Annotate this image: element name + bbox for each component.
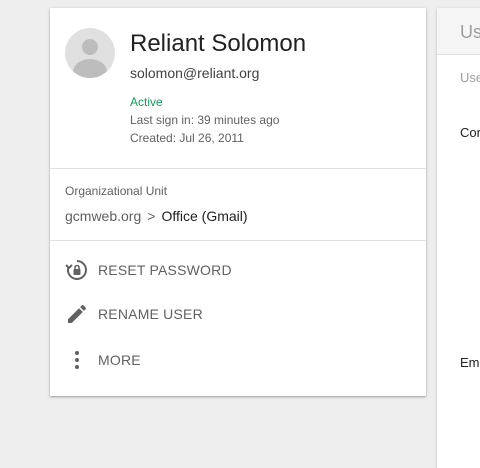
more-vert-icon — [65, 348, 89, 372]
user-email: solomon@reliant.org — [130, 65, 260, 81]
org-unit-path: gcmweb.org > Office (Gmail) — [65, 208, 248, 224]
user-summary-card: Reliant Solomon solomon@reliant.org Acti… — [50, 8, 426, 396]
avatar-body-icon — [73, 59, 107, 78]
org-unit-current: Office (Gmail) — [161, 208, 248, 224]
rename-user-button[interactable]: RENAME USER — [65, 296, 405, 332]
status-badge: Active — [130, 95, 163, 109]
last-sign-in: Last sign in: 39 minutes ago — [130, 113, 280, 127]
org-unit-label: Organizational Unit — [65, 184, 168, 198]
reset-password-button[interactable]: RESET PASSWORD — [65, 252, 405, 288]
more-label: MORE — [98, 352, 141, 368]
panel-title: Us — [460, 22, 480, 42]
created-date: Created: Jul 26, 2011 — [130, 131, 244, 145]
panel-section-contact[interactable]: Cor — [460, 125, 480, 140]
org-unit-separator: > — [147, 208, 156, 224]
user-details-panel: Us Use Cor Em — [437, 8, 480, 468]
lock-reset-icon — [65, 258, 89, 282]
divider — [50, 168, 426, 169]
user-name: Reliant Solomon — [130, 30, 307, 57]
pencil-icon — [65, 302, 89, 326]
avatar — [65, 28, 115, 78]
divider — [50, 240, 426, 241]
panel-section-email[interactable]: Em — [460, 355, 480, 370]
more-button[interactable]: MORE — [65, 342, 405, 378]
reset-password-label: RESET PASSWORD — [98, 262, 232, 278]
org-unit-parent-link[interactable]: gcmweb.org — [65, 208, 141, 224]
avatar-head-icon — [82, 39, 98, 55]
rename-user-label: RENAME USER — [98, 306, 203, 322]
panel-subtitle: Use — [460, 70, 480, 85]
panel-header: Us — [437, 8, 480, 55]
